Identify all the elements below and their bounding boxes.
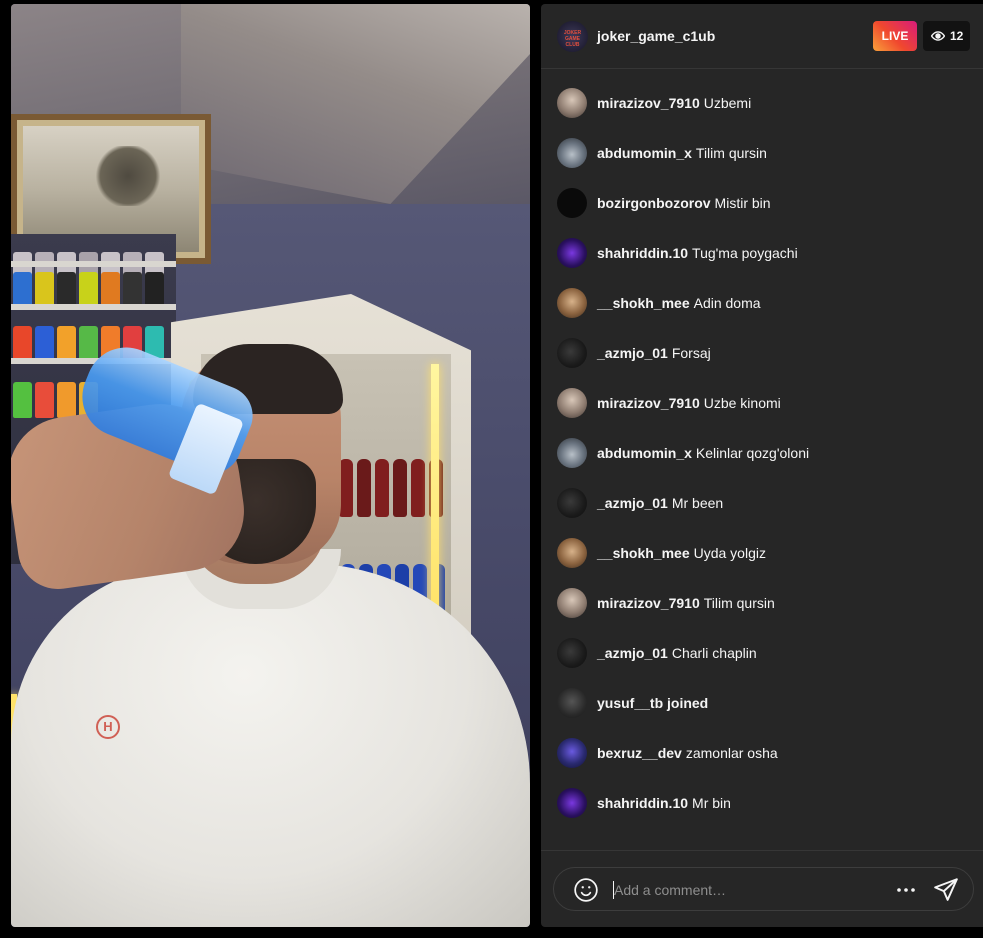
comment-text-wrap: _azmjo_01 Charli chaplin xyxy=(597,645,757,661)
commenter-avatar[interactable] xyxy=(557,438,587,468)
comment-username[interactable]: abdumomin_x xyxy=(597,145,692,161)
comment-item: shahriddin.10 Tug'ma poygachi xyxy=(557,237,798,269)
live-chat-panel: JOKER GAME CLUB joker_game_c1ub LIVE 12 … xyxy=(541,4,983,927)
comment-username[interactable]: shahriddin.10 xyxy=(597,245,688,261)
comment-item: __shokh_mee Adin doma xyxy=(557,287,761,319)
comment-username[interactable]: mirazizov_7910 xyxy=(597,395,700,411)
comment-body: Uzbe kinomi xyxy=(703,395,781,411)
commenter-avatar[interactable] xyxy=(557,238,587,268)
comment-text-wrap: mirazizov_7910 Tilim qursin xyxy=(597,595,775,611)
comment-item: bexruz__dev zamonlar osha xyxy=(557,737,778,769)
commenter-avatar[interactable] xyxy=(557,388,587,418)
comment-text-wrap: bexruz__dev zamonlar osha xyxy=(597,745,778,761)
commenter-avatar[interactable] xyxy=(557,338,587,368)
comment-item: shahriddin.10 Mr bin xyxy=(557,787,731,819)
comment-item: mirazizov_7910 Uzbe kinomi xyxy=(557,387,781,419)
comment-item: mirazizov_7910 Tilim qursin xyxy=(557,587,775,619)
comment-item: abdumomin_x Tilim qursin xyxy=(557,137,767,169)
comment-username[interactable]: abdumomin_x xyxy=(597,445,692,461)
comment-text-wrap: shahriddin.10 Tug'ma poygachi xyxy=(597,245,798,261)
comment-item: _azmjo_01 Forsaj xyxy=(557,337,711,369)
eye-icon xyxy=(931,31,945,41)
comment-username[interactable]: bozirgonbozorov xyxy=(597,195,711,211)
comment-item: _azmjo_01 Mr been xyxy=(557,487,723,519)
send-icon[interactable] xyxy=(933,876,959,902)
comment-item: yusuf__tb joined xyxy=(557,687,712,719)
comment-username[interactable]: mirazizov_7910 xyxy=(597,595,700,611)
host-username[interactable]: joker_game_c1ub xyxy=(597,28,715,44)
comment-body: Kelinlar qozg'oloni xyxy=(695,445,810,461)
comment-composer xyxy=(553,867,974,911)
comment-body: Uzbemi xyxy=(703,95,752,111)
comment-text-wrap: __shokh_mee Adin doma xyxy=(597,295,761,311)
commenter-avatar[interactable] xyxy=(557,288,587,318)
host-avatar[interactable]: JOKER GAME CLUB xyxy=(557,21,588,52)
comment-username[interactable]: shahriddin.10 xyxy=(597,795,688,811)
comment-body: Uyda yolgiz xyxy=(693,545,766,561)
commenter-avatar[interactable] xyxy=(557,738,587,768)
comment-text-wrap: _azmjo_01 Mr been xyxy=(597,495,723,511)
comment-input[interactable] xyxy=(614,879,884,901)
commenter-avatar[interactable] xyxy=(557,688,587,718)
streamer-shirt xyxy=(11,564,530,927)
viewer-count: 12 xyxy=(950,29,964,43)
comment-body: Forsaj xyxy=(671,345,711,361)
comment-body: Tug'ma poygachi xyxy=(692,245,798,261)
comment-text-wrap: yusuf__tb joined xyxy=(597,695,712,711)
comment-body: Tilim qursin xyxy=(695,145,767,161)
comment-username[interactable]: yusuf__tb joined xyxy=(597,695,708,711)
comment-username[interactable]: __shokh_mee xyxy=(597,295,690,311)
comment-username[interactable]: mirazizov_7910 xyxy=(597,95,700,111)
commenter-avatar[interactable] xyxy=(557,188,587,218)
comment-item: __shokh_mee Uyda yolgiz xyxy=(557,537,766,569)
comment-item: abdumomin_x Kelinlar qozg'oloni xyxy=(557,437,809,469)
comment-body: Charli chaplin xyxy=(671,645,757,661)
more-options-icon[interactable] xyxy=(894,878,918,902)
commenter-avatar[interactable] xyxy=(557,138,587,168)
commenter-avatar[interactable] xyxy=(557,588,587,618)
comment-text-wrap: __shokh_mee Uyda yolgiz xyxy=(597,545,766,561)
commenter-avatar[interactable] xyxy=(557,488,587,518)
comment-text-wrap: _azmjo_01 Forsaj xyxy=(597,345,711,361)
live-video[interactable]: H xyxy=(11,4,530,927)
comment-item: _azmjo_01 Charli chaplin xyxy=(557,637,757,669)
commenter-avatar[interactable] xyxy=(557,88,587,118)
comment-username[interactable]: bexruz__dev xyxy=(597,745,682,761)
comment-username[interactable]: _azmjo_01 xyxy=(597,495,668,511)
comment-text-wrap: mirazizov_7910 Uzbe kinomi xyxy=(597,395,781,411)
commenter-avatar[interactable] xyxy=(557,788,587,818)
comment-body: Tilim qursin xyxy=(703,595,775,611)
comment-item: bozirgonbozorov Mistir bin xyxy=(557,187,771,219)
comment-text-wrap: abdumomin_x Kelinlar qozg'oloni xyxy=(597,445,809,461)
smiley-icon[interactable] xyxy=(573,877,599,903)
comment-text-wrap: shahriddin.10 Mr bin xyxy=(597,795,731,811)
comment-username[interactable]: _azmjo_01 xyxy=(597,645,668,661)
comment-text-wrap: abdumomin_x Tilim qursin xyxy=(597,145,767,161)
comment-body: Mr been xyxy=(671,495,724,511)
host-avatar-logo: JOKER GAME CLUB xyxy=(563,30,582,48)
comment-item: mirazizov_7910 Uzbemi xyxy=(557,87,751,119)
comment-text-wrap: mirazizov_7910 Uzbemi xyxy=(597,95,751,111)
comment-text-wrap: bozirgonbozorov Mistir bin xyxy=(597,195,771,211)
commenter-avatar[interactable] xyxy=(557,538,587,568)
comment-username[interactable]: _azmjo_01 xyxy=(597,345,668,361)
viewer-count-badge[interactable]: 12 xyxy=(923,21,970,51)
live-header: JOKER GAME CLUB joker_game_c1ub LIVE 12 xyxy=(541,4,983,69)
comment-body: zamonlar osha xyxy=(685,745,778,761)
comment-body: Adin doma xyxy=(693,295,761,311)
live-badge: LIVE xyxy=(873,21,917,51)
comment-username[interactable]: __shokh_mee xyxy=(597,545,690,561)
commenter-avatar[interactable] xyxy=(557,638,587,668)
comment-body: Mistir bin xyxy=(714,195,771,211)
live-stream-view: H JOKER GAME CLUB joker_game_c1ub LIVE 1… xyxy=(0,0,983,938)
comment-list[interactable]: mirazizov_7910 Uzbemi abdumomin_x Tilim qur… xyxy=(541,70,983,850)
shirt-logo-icon: H xyxy=(96,715,120,739)
comment-body: Mr bin xyxy=(692,795,731,811)
